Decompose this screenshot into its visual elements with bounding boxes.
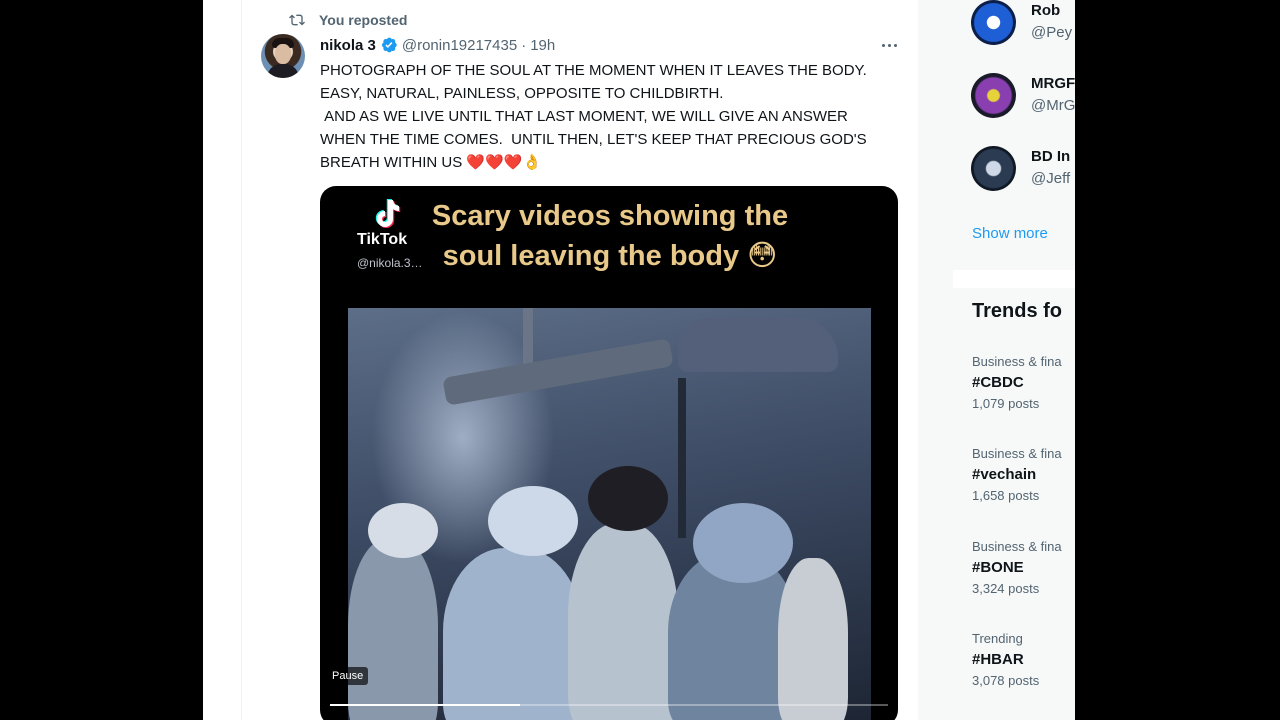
verified-badge-icon bbox=[381, 37, 397, 53]
caption-line: soul leaving the body 😳 bbox=[442, 240, 778, 272]
author-name[interactable]: nikola 3 bbox=[320, 37, 376, 54]
trend-topic[interactable]: #HBAR bbox=[972, 651, 1075, 668]
tweet-text-line: PHOTOGRAPH OF THE SOUL AT THE MOMENT WHE… bbox=[320, 62, 876, 102]
repost-indicator: You reposted bbox=[289, 11, 407, 29]
author-avatar[interactable] bbox=[261, 34, 305, 78]
trend-topic[interactable]: #CBDC bbox=[972, 374, 1075, 391]
repost-label: You reposted bbox=[319, 12, 408, 28]
video-player[interactable]: TikTok @nikola.3… Scary videos showing t… bbox=[320, 186, 898, 720]
trend-post-count: 3,078 posts bbox=[972, 673, 1040, 688]
suggestion-name[interactable]: Rob bbox=[1031, 2, 1060, 19]
trend-category: Business & fina bbox=[972, 446, 1062, 461]
ok-hand-emoji: 👌 bbox=[522, 154, 542, 171]
card-separator bbox=[953, 270, 1075, 288]
header-separator: · bbox=[521, 36, 527, 54]
trend-category: Business & fina bbox=[972, 354, 1062, 369]
show-more-link[interactable]: Show more bbox=[972, 225, 1048, 242]
suggestion-avatar[interactable] bbox=[971, 73, 1016, 118]
suggestion-avatar[interactable] bbox=[971, 146, 1016, 191]
column-gap bbox=[918, 0, 953, 720]
timeline-feed: You reposted nikola 3 @ronin19217435 · 1… bbox=[241, 0, 920, 720]
trend-item[interactable]: Trending #HBAR 3,078 posts bbox=[972, 631, 1075, 688]
caption-line: Scary videos showing the bbox=[431, 200, 789, 232]
trend-item[interactable]: Business & fina #CBDC 1,079 posts bbox=[972, 354, 1075, 411]
suggestion-name[interactable]: BD In bbox=[1031, 148, 1070, 165]
tiktok-wordmark: TikTok bbox=[357, 231, 408, 248]
repost-icon bbox=[289, 14, 305, 26]
trend-category: Trending bbox=[972, 631, 1023, 646]
trend-post-count: 1,658 posts bbox=[972, 488, 1040, 503]
heart-emojis: ❤️❤️❤️ bbox=[466, 154, 523, 171]
trend-category: Business & fina bbox=[972, 539, 1062, 554]
video-frame[interactable] bbox=[348, 308, 871, 720]
video-progress-fill bbox=[330, 704, 520, 706]
follow-suggestion[interactable]: BD In @Jeff bbox=[971, 146, 1075, 196]
video-progress-bar[interactable] bbox=[330, 704, 888, 706]
suggestion-handle: @Pey bbox=[1031, 24, 1073, 41]
trend-item[interactable]: Business & fina #BONE 3,324 posts bbox=[972, 539, 1075, 596]
follow-suggestion[interactable]: MRGF @MrG bbox=[971, 73, 1075, 123]
suggestion-avatar[interactable] bbox=[971, 0, 1016, 45]
trends-title: Trends fo bbox=[972, 300, 1063, 322]
trend-post-count: 3,324 posts bbox=[972, 581, 1040, 596]
twitter-screen: You reposted nikola 3 @ronin19217435 · 1… bbox=[203, 0, 1075, 720]
tiktok-logo-icon bbox=[375, 199, 401, 228]
suggestion-handle: @MrG bbox=[1031, 97, 1075, 114]
author-handle[interactable]: @ronin19217435 bbox=[402, 37, 517, 54]
trend-item[interactable]: Business & fina #vechain 1,658 posts bbox=[972, 446, 1075, 503]
pause-button[interactable]: Pause bbox=[327, 667, 369, 685]
trend-post-count: 1,079 posts bbox=[972, 396, 1040, 411]
trend-topic[interactable]: #BONE bbox=[972, 559, 1075, 576]
suggestion-name[interactable]: MRGF bbox=[1031, 75, 1075, 92]
trend-topic[interactable]: #vechain bbox=[972, 466, 1075, 483]
tweet-text-line: AND AS WE LIVE UNTIL THAT LAST MOMENT, W… bbox=[320, 108, 871, 171]
tweet-text: PHOTOGRAPH OF THE SOUL AT THE MOMENT WHE… bbox=[320, 59, 890, 174]
more-options-icon[interactable] bbox=[878, 36, 900, 54]
suggestion-handle: @Jeff bbox=[1031, 170, 1071, 187]
follow-suggestion[interactable]: Rob @Pey bbox=[971, 0, 1075, 50]
video-caption: Scary videos showing the soul leaving th… bbox=[410, 196, 810, 276]
right-sidebar: Rob @Pey MRGF @MrG BD In @Jeff Show more… bbox=[953, 0, 1075, 720]
tweet-timestamp[interactable]: 19h bbox=[530, 37, 555, 54]
tweet-header: nikola 3 @ronin19217435 · 19h bbox=[320, 34, 555, 56]
